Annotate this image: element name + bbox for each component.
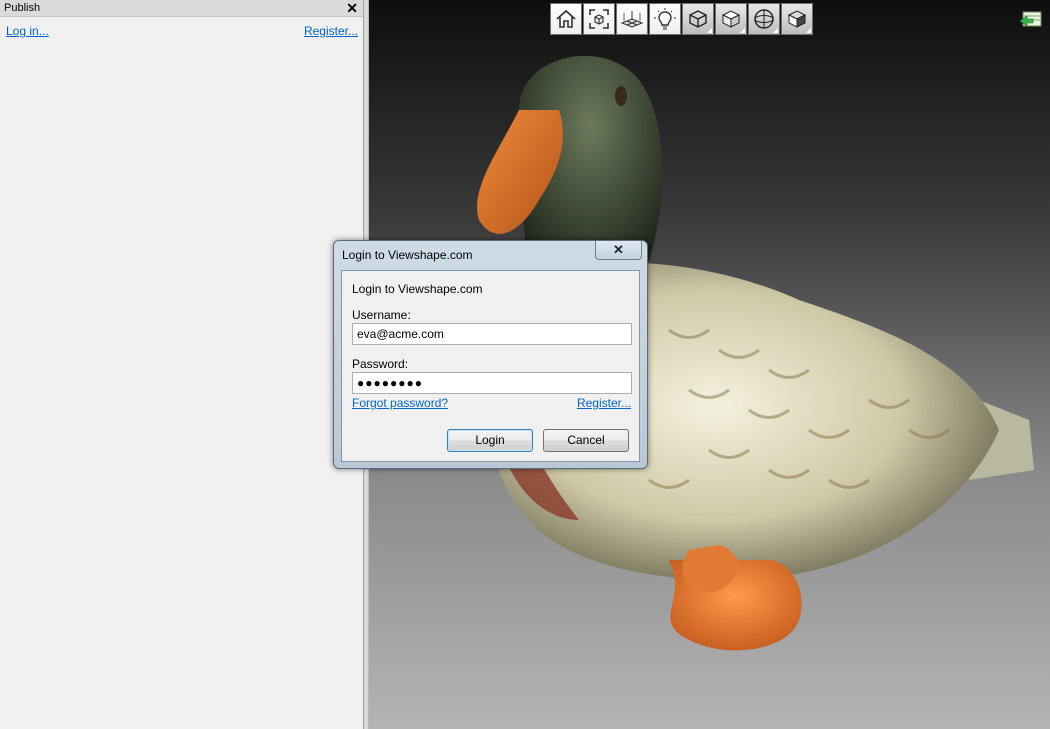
login-button[interactable]: Login — [447, 429, 533, 452]
grid-icon — [620, 11, 644, 28]
login-link[interactable]: Log in... — [6, 24, 49, 38]
dialog-heading: Login to Viewshape.com — [352, 282, 483, 296]
zoom-fit-button[interactable] — [583, 3, 615, 35]
publish-panel: Publish ✕ Log in... Register... — [0, 0, 364, 729]
solid-button[interactable] — [715, 3, 747, 35]
login-dialog: Login to Viewshape.com ✕ Login to Viewsh… — [333, 240, 648, 469]
dropdown-arrow-icon — [806, 28, 811, 33]
dropdown-arrow-icon — [740, 28, 745, 33]
dialog-register-link[interactable]: Register... — [577, 396, 631, 410]
zoom-fit-icon — [589, 9, 609, 29]
shaded-button[interactable] — [781, 3, 813, 35]
sphere-button[interactable] — [748, 3, 780, 35]
panel-title: Publish — [4, 2, 41, 14]
dropdown-arrow-icon — [707, 28, 712, 33]
home-button[interactable] — [550, 3, 582, 35]
dropdown-arrow-icon — [773, 28, 778, 33]
light-bulb-icon — [654, 8, 676, 30]
home-icon — [556, 9, 576, 28]
panel-toggle-icon[interactable] — [1020, 11, 1042, 29]
dialog-body: Login to Viewshape.com Username: Passwor… — [341, 270, 640, 462]
password-label: Password: — [352, 357, 409, 371]
username-field[interactable] — [352, 323, 632, 345]
dialog-close-button[interactable]: ✕ — [595, 241, 642, 260]
close-icon[interactable]: ✕ — [346, 0, 358, 16]
password-field[interactable] — [352, 372, 632, 394]
dialog-title: Login to Viewshape.com — [342, 248, 473, 262]
view-toolbar — [550, 3, 813, 35]
grid-button[interactable] — [616, 3, 648, 35]
wireframe-button[interactable] — [682, 3, 714, 35]
lighting-button[interactable] — [649, 3, 681, 35]
cancel-button[interactable]: Cancel — [543, 429, 629, 452]
panel-header: Publish ✕ — [0, 0, 363, 17]
register-link[interactable]: Register... — [304, 24, 358, 38]
forgot-password-link[interactable]: Forgot password? — [352, 396, 448, 410]
username-label: Username: — [352, 308, 411, 322]
